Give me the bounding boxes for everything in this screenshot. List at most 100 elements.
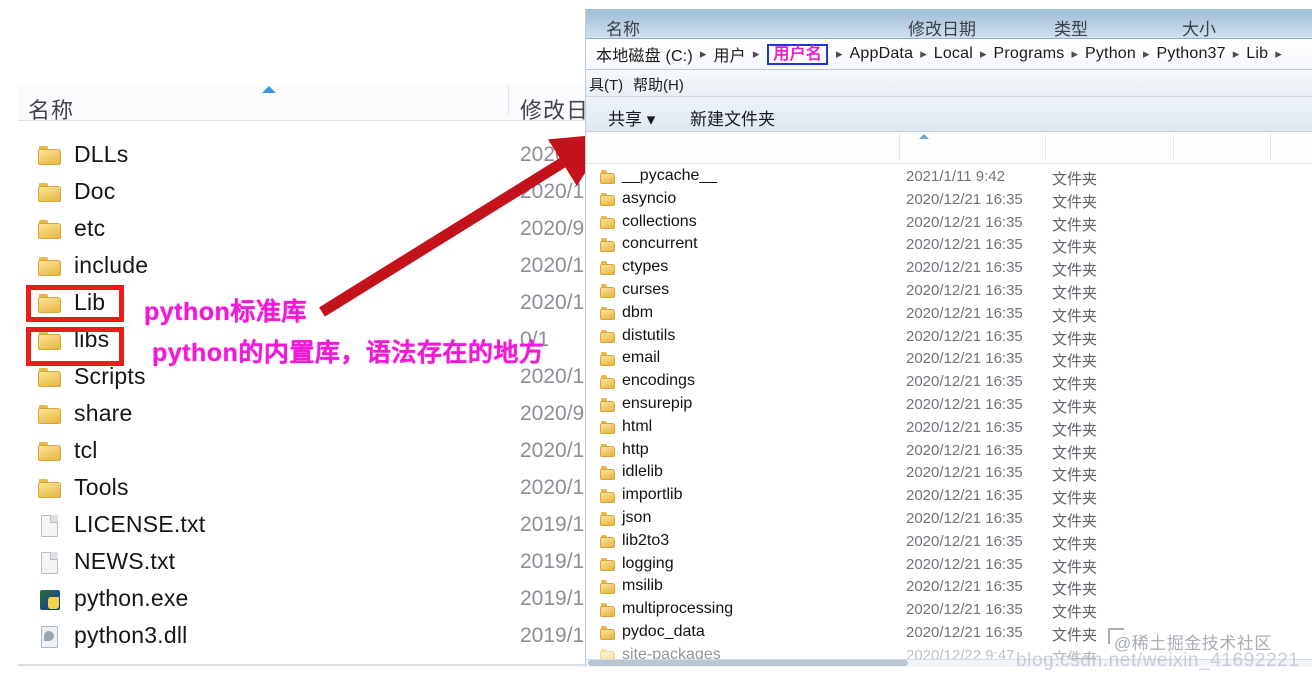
table-row[interactable]: multiprocessing 2020/12/21 16:35 文件夹 xyxy=(586,599,1312,622)
annotation-python-builtin-lib: python的内置库，语法存在的地方 xyxy=(152,339,545,367)
table-row[interactable]: idlelib 2020/12/21 16:35 文件夹 xyxy=(586,462,1312,485)
table-cell-date: 2020/12/21 16:35 xyxy=(906,624,1023,641)
table-row[interactable]: ctypes 2020/12/21 16:35 文件夹 xyxy=(586,257,1312,280)
list-item-date: 2020 xyxy=(520,143,567,166)
menu-item-help[interactable]: 帮助(H) xyxy=(633,74,684,95)
chevron-right-icon[interactable]: ▸ xyxy=(694,46,713,62)
column-header-date-modified[interactable]: 修改日 xyxy=(520,93,586,125)
list-item[interactable]: Doc 2020/1 xyxy=(18,175,586,212)
python-exe-icon xyxy=(38,588,64,612)
watermark-url: blog.csdn.net/weixin_41692221 xyxy=(1016,650,1300,671)
folder-icon xyxy=(600,579,617,595)
highlight-box-libs xyxy=(26,327,124,366)
table-cell-name: ensurepip xyxy=(622,395,693,412)
list-item-label: NEWS.txt xyxy=(74,548,176,574)
table-cell-name: __pycache__ xyxy=(622,167,718,184)
table-row[interactable]: concurrent 2020/12/21 16:35 文件夹 xyxy=(586,234,1312,257)
column-header-name[interactable]: 名称 xyxy=(606,15,640,40)
list-item[interactable]: LICENSE.txt 2019/1 xyxy=(18,508,586,545)
column-divider[interactable] xyxy=(1173,134,1174,161)
list-item[interactable]: python.exe 2019/1 xyxy=(18,582,586,619)
table-row[interactable]: json 2020/12/21 16:35 文件夹 xyxy=(586,508,1312,531)
sort-ascending-icon[interactable] xyxy=(919,134,929,139)
table-row[interactable]: importlib 2020/12/21 16:35 文件夹 xyxy=(586,485,1312,508)
table-row[interactable]: logging 2020/12/21 16:35 文件夹 xyxy=(586,554,1312,577)
folder-icon xyxy=(600,374,617,390)
chevron-right-icon[interactable]: ▸ xyxy=(1065,46,1084,62)
table-row[interactable]: __pycache__ 2021/1/11 9:42 文件夹 xyxy=(586,166,1312,189)
breadcrumb-item[interactable]: Programs xyxy=(993,45,1066,63)
table-cell-name: http xyxy=(622,440,649,458)
chevron-right-icon[interactable]: ▸ xyxy=(1269,46,1288,62)
breadcrumb-item[interactable]: Python xyxy=(1084,45,1137,63)
horizontal-scrollbar-thumb[interactable] xyxy=(588,660,908,666)
table-row[interactable]: dbm 2020/12/21 16:35 文件夹 xyxy=(586,303,1312,326)
column-divider[interactable] xyxy=(508,86,509,116)
breadcrumb-item[interactable]: Local xyxy=(933,45,974,63)
breadcrumb-item[interactable]: Lib xyxy=(1245,45,1269,63)
list-item-label: Tools xyxy=(74,474,129,500)
table-cell-name: distutils xyxy=(622,326,676,344)
table-row[interactable]: http 2020/12/21 16:35 文件夹 xyxy=(586,440,1312,463)
list-item-date: 2019/1 xyxy=(520,513,585,536)
sort-ascending-icon[interactable] xyxy=(262,86,276,93)
column-divider[interactable] xyxy=(1270,134,1271,161)
chevron-right-icon[interactable]: ▸ xyxy=(1137,46,1156,62)
table-row[interactable]: lib2to3 2020/12/21 16:35 文件夹 xyxy=(586,531,1312,554)
column-header-date-modified[interactable]: 修改日期 xyxy=(908,15,976,40)
new-folder-button[interactable]: 新建文件夹 xyxy=(690,105,775,130)
chevron-right-icon[interactable]: ▸ xyxy=(974,46,993,62)
breadcrumb-item[interactable]: 本地磁盘 (C:) xyxy=(595,42,694,66)
table-cell-type: 文件夹 xyxy=(1052,604,1098,622)
table-cell-name: json xyxy=(622,509,652,526)
column-divider[interactable] xyxy=(1045,134,1046,161)
table-row[interactable]: encodings 2020/12/21 16:35 文件夹 xyxy=(586,371,1312,394)
breadcrumb-item[interactable]: Python37 xyxy=(1156,45,1227,63)
list-item-date: 2020/9 xyxy=(520,402,585,425)
column-divider[interactable] xyxy=(899,134,900,161)
breadcrumb-item-current[interactable]: 用户名 xyxy=(767,43,828,65)
list-item[interactable]: Tools 2020/1 xyxy=(18,471,586,508)
table-cell-name: asyncio xyxy=(622,189,677,207)
list-item[interactable]: etc 2020/9 xyxy=(18,212,586,249)
table-row[interactable]: curses 2020/12/21 16:35 文件夹 xyxy=(586,280,1312,303)
share-button[interactable]: 共享 ▾ xyxy=(608,105,655,130)
list-item-date: 2020/9 xyxy=(520,217,585,240)
chevron-right-icon[interactable]: ▸ xyxy=(914,46,933,62)
table-cell-date: 2020/12/21 16:35 xyxy=(906,259,1023,277)
breadcrumb-item[interactable]: AppData xyxy=(849,45,915,63)
list-item[interactable]: NEWS.txt 2019/1 xyxy=(18,545,586,582)
left-window-bottom-rule xyxy=(18,664,586,666)
list-item-date: 2019/1 xyxy=(520,587,585,610)
breadcrumb-item[interactable]: 用户 xyxy=(712,42,746,66)
column-header-name[interactable]: 名称 xyxy=(28,93,74,125)
list-item[interactable]: tcl 2020/1 xyxy=(18,434,586,471)
list-item[interactable]: DLLs 2020 xyxy=(18,138,586,175)
column-header-bar xyxy=(586,132,1312,164)
table-cell-name: encodings xyxy=(622,372,695,390)
dll-file-icon xyxy=(38,625,64,649)
chevron-right-icon[interactable]: ▸ xyxy=(830,46,849,62)
table-row[interactable]: asyncio 2020/12/21 16:35 文件夹 xyxy=(586,189,1312,212)
table-row[interactable]: html 2020/12/21 16:35 文件夹 xyxy=(586,417,1312,440)
chevron-right-icon[interactable]: ▸ xyxy=(747,46,766,62)
folder-icon xyxy=(38,366,64,390)
menu-item-tools[interactable]: 具(T) xyxy=(589,74,623,95)
table-row[interactable]: distutils 2020/12/21 16:35 文件夹 xyxy=(586,326,1312,349)
table-row[interactable]: ensurepip 2020/12/21 16:35 文件夹 xyxy=(586,394,1312,417)
address-bar[interactable]: 本地磁盘 (C:) ▸ 用户 ▸ 用户名 ▸ AppData ▸ Local ▸ Programs ▸… xyxy=(586,39,1312,70)
column-header-size[interactable]: 大小 xyxy=(1182,15,1216,40)
folder-icon xyxy=(600,488,617,504)
list-item[interactable]: share 2020/9 xyxy=(18,397,586,434)
chevron-right-icon[interactable]: ▸ xyxy=(1227,46,1246,62)
column-header-type[interactable]: 类型 xyxy=(1054,15,1088,40)
list-item[interactable]: python3.dll 2019/1 xyxy=(18,619,586,656)
table-row[interactable]: msilib 2020/12/21 16:35 文件夹 xyxy=(586,576,1312,599)
table-cell-date: 2020/12/21 16:35 xyxy=(906,213,1023,231)
table-row[interactable]: collections 2020/12/21 16:35 文件夹 xyxy=(586,212,1312,235)
table-cell-name: ctypes xyxy=(622,258,669,276)
table-row[interactable]: email 2020/12/21 16:35 文件夹 xyxy=(586,348,1312,371)
left-column-header-bar xyxy=(18,84,586,121)
list-item[interactable]: include 2020/1 xyxy=(18,249,586,286)
table-cell-type: 文件夹 xyxy=(1052,330,1098,348)
